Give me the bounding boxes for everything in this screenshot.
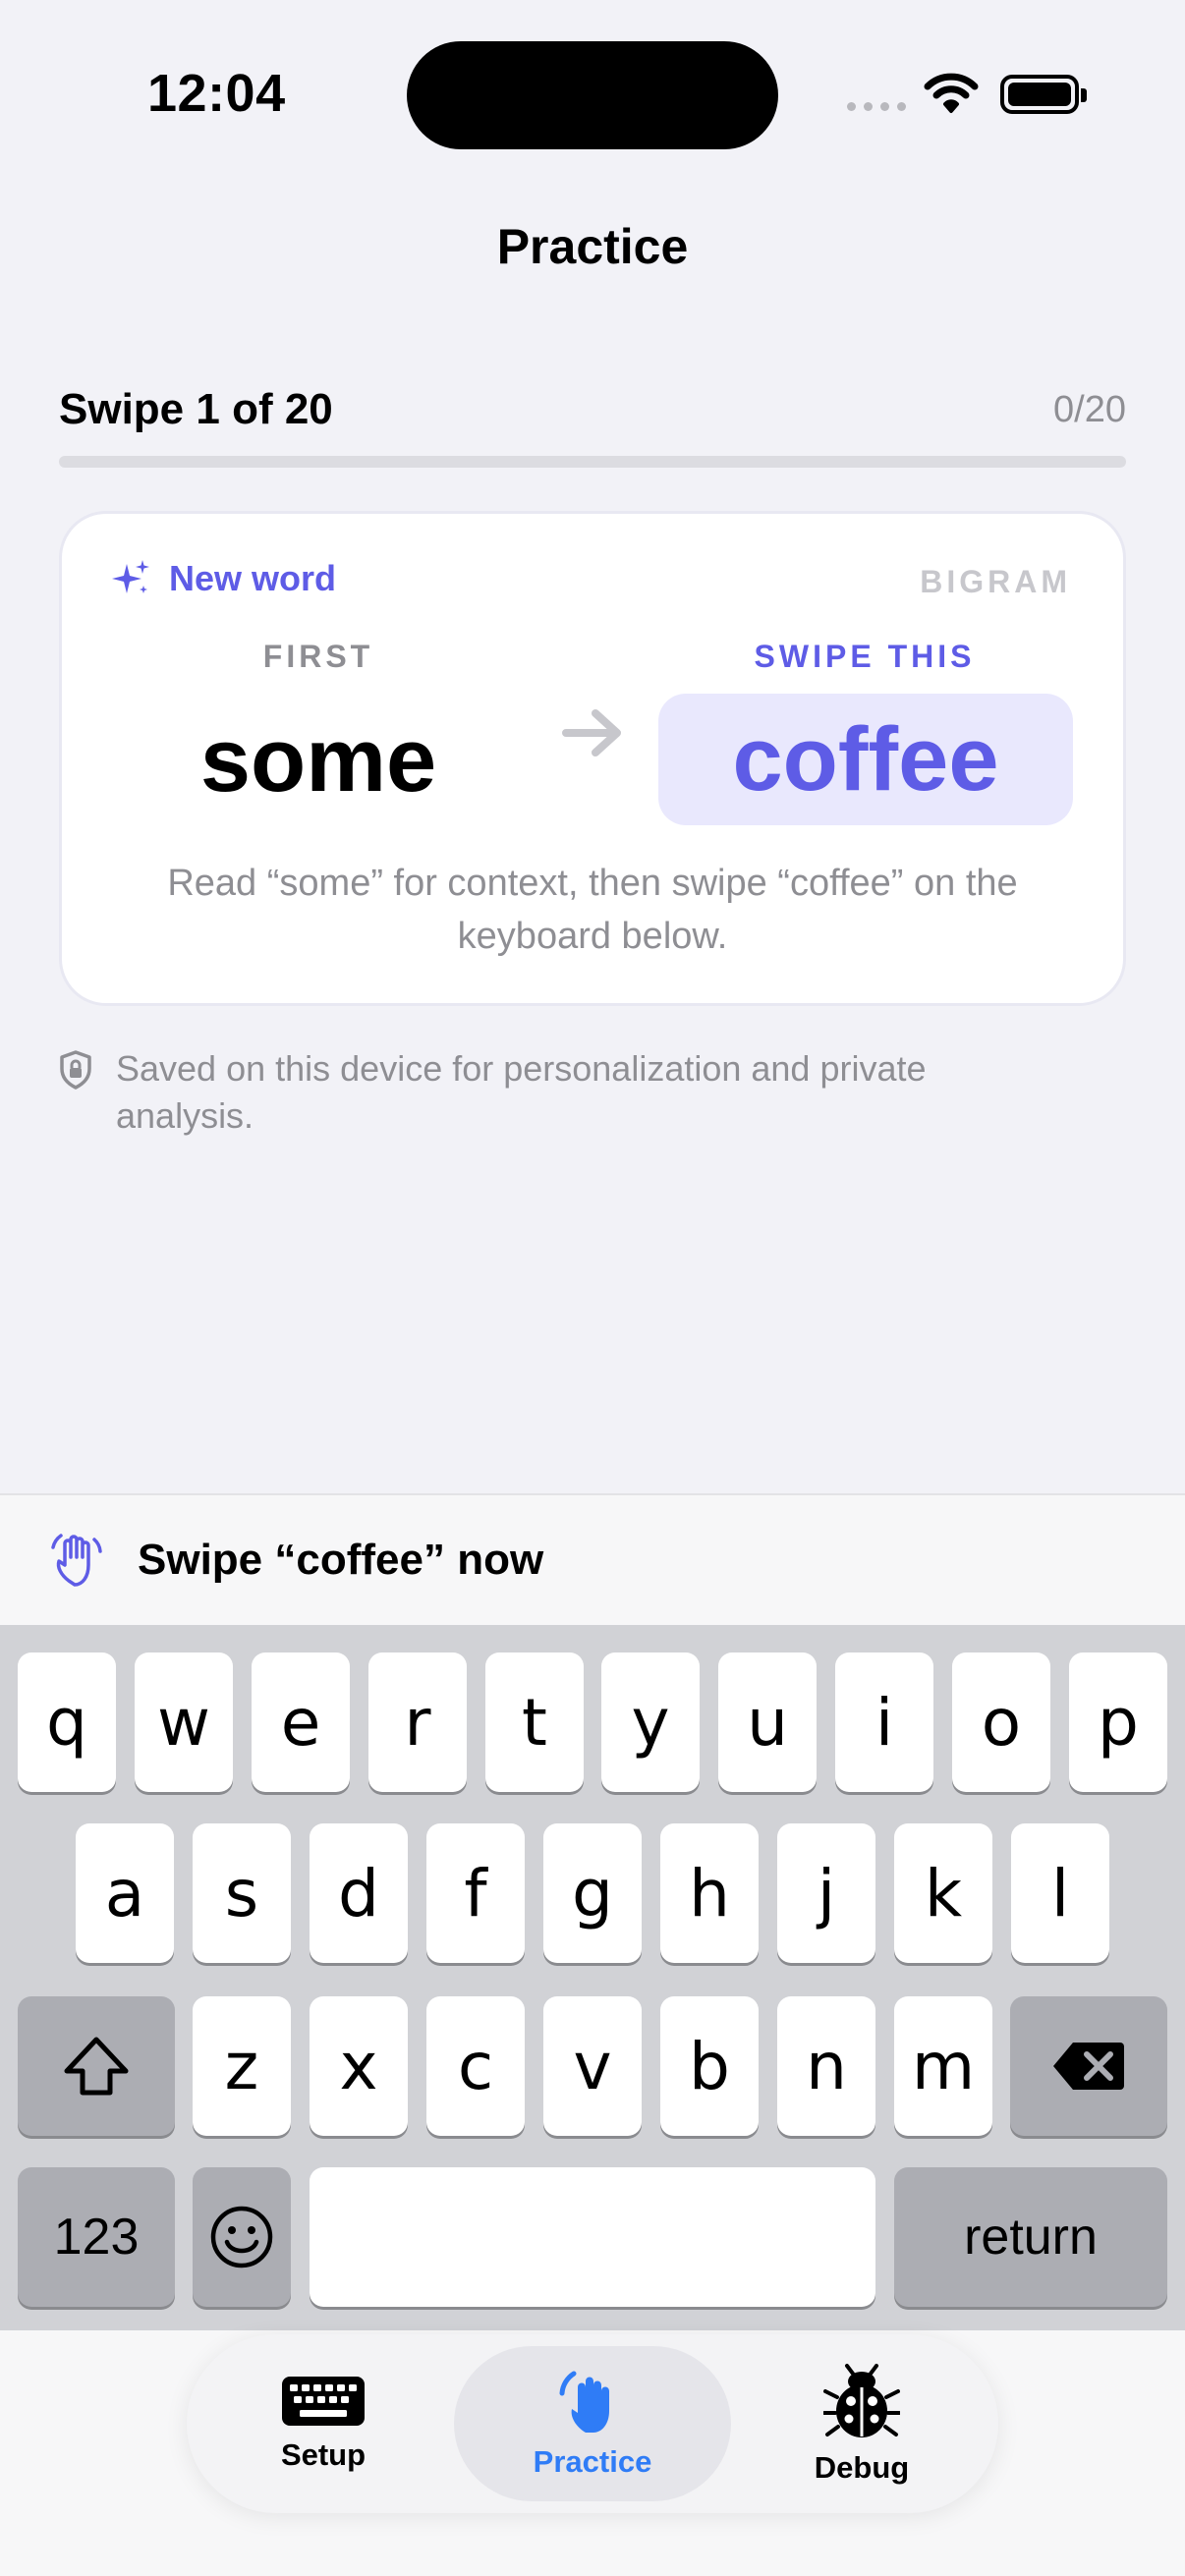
prompt-text: Swipe “coffee” now — [138, 1536, 544, 1584]
key-v[interactable]: v — [543, 1996, 642, 2136]
tab-debug-label: Debug — [814, 2450, 910, 2485]
sparkles-icon — [112, 560, 149, 593]
word-kind-label: BIGRAM — [920, 564, 1071, 599]
progress-count: 0/20 — [1053, 389, 1126, 430]
key-m[interactable]: m — [894, 1996, 992, 2136]
ladybug-icon — [823, 2364, 900, 2437]
shield-lock-icon — [60, 1050, 91, 1090]
key-z[interactable]: z — [193, 1996, 291, 2136]
key-y[interactable]: y — [601, 1652, 700, 1792]
privacy-text: Saved on this device for personalization… — [116, 1048, 927, 1136]
delete-key[interactable] — [1010, 1996, 1167, 2136]
key-r[interactable]: r — [368, 1652, 467, 1792]
swipe-prompt-bar: Swipe “coffee” now — [0, 1493, 1185, 1625]
swipe-this-label: SWIPE THIS — [754, 639, 976, 674]
target-word-box: coffee — [658, 694, 1073, 825]
wifi-icon — [924, 73, 979, 113]
keyboard: q w e r t y u i o p a s d f g h j k l z … — [0, 1625, 1185, 2330]
key-j[interactable]: j — [777, 1823, 875, 1963]
tab-setup-label: Setup — [280, 2437, 367, 2472]
first-word: some — [199, 710, 437, 811]
page-title: Practice — [496, 219, 689, 274]
shift-icon — [64, 2037, 129, 2096]
emoji-icon — [210, 2206, 273, 2268]
tab-setup[interactable]: Setup — [220, 2346, 426, 2501]
new-word-badge: New word — [110, 558, 336, 599]
dynamic-island — [407, 41, 778, 149]
key-b[interactable]: b — [660, 1996, 759, 2136]
key-g[interactable]: g — [543, 1823, 642, 1963]
return-key[interactable]: return — [894, 2167, 1167, 2307]
key-s[interactable]: s — [193, 1823, 291, 1963]
key-d[interactable]: d — [310, 1823, 408, 1963]
key-h[interactable]: h — [660, 1823, 759, 1963]
key-w[interactable]: w — [135, 1652, 233, 1792]
target-word: coffee — [732, 708, 999, 810]
key-q[interactable]: q — [18, 1652, 116, 1792]
battery-icon — [1000, 75, 1087, 114]
tab-practice[interactable]: Practice — [454, 2346, 731, 2501]
space-key[interactable] — [310, 2167, 875, 2307]
emoji-key[interactable] — [193, 2167, 291, 2307]
key-o[interactable]: o — [952, 1652, 1050, 1792]
first-label: FIRST — [262, 639, 374, 674]
delete-icon — [1053, 2043, 1124, 2090]
keyboard-icon — [282, 2377, 365, 2426]
key-i[interactable]: i — [835, 1652, 933, 1792]
cellular-signal-icon — [847, 102, 906, 112]
arrow-right-icon — [562, 709, 621, 756]
tab-bar: Setup Practice Debug — [187, 2334, 998, 2513]
key-f[interactable]: f — [426, 1823, 525, 1963]
key-x[interactable]: x — [310, 1996, 408, 2136]
key-n[interactable]: n — [777, 1996, 875, 2136]
tab-practice-label: Practice — [533, 2444, 652, 2479]
key-c[interactable]: c — [426, 1996, 525, 2136]
hand-swipe-icon — [559, 2371, 609, 2433]
key-k[interactable]: k — [894, 1823, 992, 1963]
key-t[interactable]: t — [485, 1652, 584, 1792]
status-time: 12:04 — [147, 64, 286, 123]
privacy-note: Saved on this device for personalization… — [59, 1045, 943, 1140]
numbers-key[interactable]: 123 — [18, 2167, 175, 2307]
hand-swipe-icon — [51, 1534, 102, 1587]
key-l[interactable]: l — [1011, 1823, 1109, 1963]
badge-label: New word — [169, 558, 337, 598]
key-a[interactable]: a — [76, 1823, 174, 1963]
progress-bar — [59, 456, 1126, 468]
key-e[interactable]: e — [252, 1652, 350, 1792]
key-p[interactable]: p — [1069, 1652, 1167, 1792]
shift-key[interactable] — [18, 1996, 175, 2136]
tab-debug[interactable]: Debug — [759, 2346, 965, 2501]
instruction-text: Read “some” for context, then swipe “cof… — [167, 863, 1018, 957]
progress-label: Swipe 1 of 20 — [59, 385, 333, 433]
key-u[interactable]: u — [718, 1652, 817, 1792]
